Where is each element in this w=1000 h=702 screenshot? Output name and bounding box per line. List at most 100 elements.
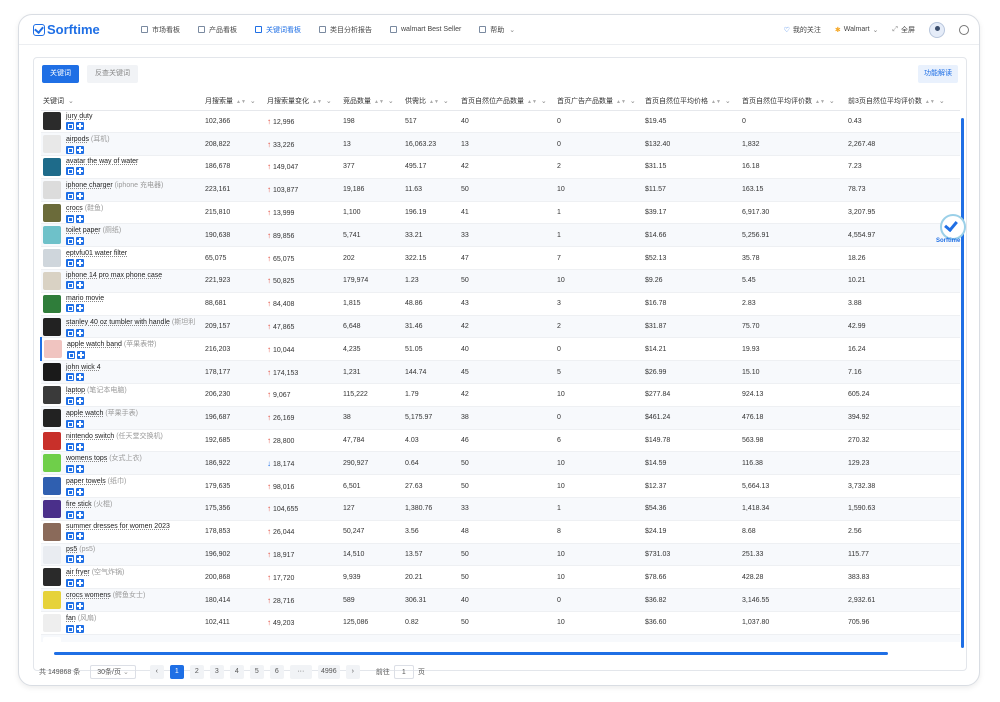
product-thumbnail[interactable] — [43, 249, 61, 268]
add-icon[interactable] — [76, 419, 84, 428]
add-icon[interactable] — [76, 532, 84, 541]
cart-icon[interactable] — [66, 146, 74, 155]
chevron-down-icon[interactable]: ⌄ — [250, 98, 256, 105]
cart-icon[interactable] — [66, 214, 74, 223]
product-thumbnail[interactable] — [43, 180, 61, 199]
sort-icon[interactable]: ▲▼ — [925, 99, 935, 105]
chevron-down-icon[interactable]: ⌄ — [725, 98, 731, 105]
product-thumbnail[interactable] — [43, 385, 61, 404]
add-icon[interactable] — [76, 602, 84, 611]
chevron-down-icon[interactable]: ⌄ — [388, 98, 394, 105]
table-row[interactable]: apple watch (苹果手表) 196,687 ↑ 26,169 38 5,175.… — [41, 406, 960, 430]
horizontal-scrollbar[interactable] — [54, 652, 888, 655]
nav-help[interactable]: 帮助 ⌄ — [479, 25, 515, 35]
sort-icon[interactable]: ▲▼ — [312, 99, 322, 105]
column-header[interactable]: 关键词 ⌄ — [41, 92, 203, 111]
keyword-link[interactable]: crocs womens — [66, 592, 111, 599]
product-thumbnail[interactable] — [43, 477, 61, 496]
sort-icon[interactable]: ▲▼ — [815, 99, 825, 105]
add-icon[interactable] — [76, 121, 84, 130]
keyword-link[interactable]: mario movie — [66, 295, 104, 302]
product-thumbnail[interactable] — [43, 636, 61, 642]
table-row[interactable]: fan (风扇) 102,411 ↑ 49,203 125,086 0.82 50 10 $36… — [41, 611, 960, 635]
page-button[interactable]: 4 — [229, 665, 244, 679]
sort-icon[interactable]: ▲▼ — [711, 99, 721, 105]
avatar[interactable] — [929, 21, 945, 38]
cart-icon[interactable] — [66, 328, 74, 337]
add-icon[interactable] — [76, 237, 84, 246]
keyword-link[interactable]: eptvfu01 water filter — [66, 250, 127, 257]
table-row[interactable]: womens tops (女式上衣) 186,922 ↓ 18,174 290,927 0… — [41, 451, 960, 476]
nav-best-seller[interactable]: walmart Best Seller — [390, 26, 461, 33]
table-row[interactable]: jury duty 102,366 ↑ 12,996 198 517 40 0 $19.45 0… — [41, 110, 960, 134]
table-row[interactable]: john wick 4 178,177 ↑ 174,153 1,231 144.74 45… — [41, 360, 960, 385]
product-thumbnail[interactable] — [43, 431, 61, 450]
table-row[interactable]: crocs (鞋鱼) 215,810 ↑ 13,999 1,100 196.19 41 1 $3… — [41, 201, 960, 225]
add-icon[interactable] — [76, 328, 84, 337]
prev-page-button[interactable]: ‹ — [149, 665, 164, 679]
product-thumbnail[interactable] — [43, 317, 61, 336]
column-header[interactable]: 首页自然位产品数量 ▲▼ ⌄ — [459, 92, 555, 111]
keyword-link[interactable]: stanley 40 oz tumbler with handle — [66, 319, 170, 326]
chevron-down-icon[interactable]: ⌄ — [630, 98, 636, 105]
sorftime-badge[interactable]: Sorftime — [936, 214, 976, 250]
nav-market[interactable]: 市场看板 — [141, 25, 180, 35]
add-icon[interactable] — [76, 281, 84, 290]
table-row[interactable]: avatar the way of water 186,678 ↑ 149,047 3… — [41, 155, 960, 179]
product-thumbnail[interactable] — [43, 157, 61, 176]
add-icon[interactable] — [76, 510, 84, 519]
chevron-down-icon[interactable]: ⌄ — [68, 98, 74, 105]
next-page-button[interactable]: › — [345, 665, 360, 679]
product-thumbnail[interactable] — [44, 340, 62, 359]
keyword-link[interactable]: air fryer — [66, 569, 90, 576]
add-icon[interactable] — [76, 304, 84, 313]
page-button[interactable]: 1 — [169, 665, 184, 679]
product-thumbnail[interactable] — [43, 499, 61, 518]
add-icon[interactable] — [76, 214, 84, 223]
keyword-link[interactable]: jury duty — [66, 113, 92, 120]
sort-icon[interactable]: ▲▼ — [374, 99, 384, 105]
keyword-link[interactable]: paper towels — [66, 478, 106, 485]
keyword-link[interactable]: crocs — [66, 205, 83, 212]
sort-icon[interactable]: ▲▼ — [527, 99, 537, 105]
keyword-link[interactable]: iphone charger — [66, 182, 113, 189]
cart-icon[interactable] — [66, 258, 74, 267]
cart-icon[interactable] — [66, 304, 74, 313]
goto-input[interactable]: 1 — [393, 665, 414, 679]
vertical-scrollbar[interactable] — [961, 118, 964, 648]
table-row[interactable]: paper towels (纸巾) 179,635 ↑ 98,016 6,501 27.6… — [41, 474, 960, 499]
chevron-down-icon[interactable]: ⌄ — [541, 98, 547, 105]
table-row[interactable]: air fryer (空气炸锅) 200,868 ↑ 17,720 9,939 20.21… — [41, 565, 960, 590]
page-button[interactable]: 6 — [269, 665, 284, 679]
keyword-link[interactable]: avatar the way of water — [66, 158, 138, 165]
table-row[interactable]: iphone charger (iphone 充电器) 223,161 ↑ 103,8… — [41, 178, 960, 202]
product-thumbnail[interactable] — [43, 408, 61, 427]
cart-icon[interactable] — [66, 579, 74, 588]
add-icon[interactable] — [76, 624, 84, 633]
sort-icon[interactable]: ▲▼ — [616, 99, 626, 105]
product-thumbnail[interactable] — [43, 454, 61, 473]
cart-icon[interactable] — [66, 372, 74, 381]
table-row[interactable]: nintendo switch (任天堂交换机) 192,685 ↑ 28,800 47… — [41, 429, 960, 453]
page-button[interactable]: 2 — [189, 665, 204, 679]
page-button[interactable]: 5 — [249, 665, 264, 679]
cart-icon[interactable] — [66, 555, 74, 564]
chevron-down-icon[interactable]: ⌄ — [443, 98, 449, 105]
keyword-link[interactable]: womens tops — [66, 455, 107, 462]
keyword-link[interactable]: summer dresses for women 2023 — [66, 523, 170, 530]
column-header[interactable]: 竞品数量 ▲▼ ⌄ — [341, 92, 403, 111]
table-row[interactable]: ps5 (ps5) 196,902 ↑ 18,917 14,510 13.57 50 10 $7… — [41, 543, 960, 567]
product-thumbnail[interactable] — [43, 545, 61, 564]
product-thumbnail[interactable] — [43, 135, 61, 154]
table-row[interactable]: apple watch band (苹果表带) 216,203 ↑ 10,044 4,2… — [40, 337, 960, 362]
table-row[interactable]: eptvfu01 water filter 65,075 ↑ 65,075 202 32… — [41, 246, 960, 271]
table-row[interactable]: mario movie 88,681 ↑ 84,408 1,815 48.86 43 3 $1… — [41, 292, 960, 316]
cart-icon[interactable] — [66, 419, 74, 428]
product-thumbnail[interactable] — [43, 363, 61, 382]
chevron-down-icon[interactable]: ⌄ — [939, 98, 945, 105]
keyword-link[interactable]: laptop — [66, 387, 85, 394]
fullscreen-button[interactable]: ⤢ 全屏 — [892, 25, 915, 35]
table-row[interactable]: stanley 40 oz tumbler with handle (斯坦利 20… — [41, 315, 960, 339]
product-thumbnail[interactable] — [43, 591, 61, 610]
column-header[interactable]: 前3页自然位平均评价数 ▲▼ ⌄ — [846, 92, 960, 111]
